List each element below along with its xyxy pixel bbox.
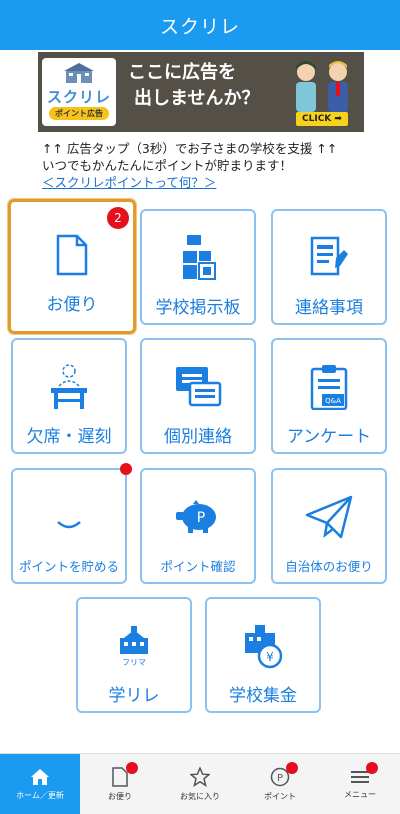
bottom-nav: ホーム／更新 お便り お気に入り P ポイント メニュー (0, 753, 400, 814)
notification-dot (126, 762, 138, 774)
svg-text:フリマ: フリマ (122, 658, 146, 667)
tile-notices[interactable]: 連絡事項 (271, 209, 387, 325)
svg-text:P: P (277, 773, 283, 784)
skurire-logo: スクリレ ポイント広告 (42, 58, 116, 126)
app-title: スクリレ (159, 15, 240, 38)
tile-label: ポイントを貯める (18, 559, 119, 574)
svg-text:¥: ¥ (266, 650, 274, 664)
logo-text: スクリレ (46, 88, 111, 106)
tile-label: アンケート (286, 427, 372, 447)
document-icon (56, 234, 88, 276)
tile-point-check[interactable]: P ポイント確認 (140, 468, 256, 584)
piggy-bank-icon: P (176, 500, 216, 533)
desk-absence-icon (51, 364, 87, 409)
bulletin-board-icon (183, 235, 216, 280)
tile-label: ポイント確認 (160, 559, 236, 574)
tile-earn-points[interactable]: ポイントを貯める (11, 468, 127, 584)
info-text: ↑↑ 広告タップ（3秒）でお子さまの学校を支援 ↑↑ いつでもかんたんにポイント… (42, 140, 392, 191)
star-icon (190, 766, 210, 787)
nav-menu[interactable]: メニュー (320, 754, 400, 814)
point-info-link[interactable]: ＜スクリレポイントって何？＞ (42, 174, 392, 191)
paper-plane-icon (305, 495, 353, 539)
smile-icon (57, 521, 81, 529)
tile-label: 学校集金 (229, 686, 297, 706)
ad-banner[interactable]: スクリレ ポイント広告 ここに広告を 出しませんか？ CLICK ➡ (38, 52, 364, 132)
notification-dot (366, 762, 378, 774)
tile-survey[interactable]: Q&A アンケート (271, 338, 387, 454)
nav-label: ホーム／更新 (16, 790, 64, 800)
school-flea-market-icon: フリマ (120, 626, 148, 667)
nav-label: お気に入り (180, 791, 220, 801)
tile-gakurire[interactable]: フリマ 学リレ (76, 597, 192, 713)
tile-individual-contact[interactable]: 個別連絡 (140, 338, 256, 454)
people-illustration-icon (296, 61, 348, 112)
svg-text:P: P (197, 510, 205, 526)
home-icon (31, 768, 49, 785)
nav-otayori[interactable]: お便り (80, 754, 160, 814)
tile-school-payment[interactable]: ¥ 学校集金 (205, 597, 321, 713)
tile-bulletin-board[interactable]: 学校掲示板 (140, 209, 256, 325)
banner-line1: ここに広告を (128, 62, 236, 83)
svg-text:Q&A: Q&A (325, 397, 341, 405)
nav-label: ポイント (264, 791, 296, 801)
click-button[interactable]: CLICK ➡ (296, 112, 348, 126)
nav-favorites[interactable]: お気に入り (160, 754, 240, 814)
nav-label: メニュー (344, 789, 376, 799)
info-line1: ↑↑ 広告タップ（3秒）でお子さまの学校を支援 ↑↑ (42, 141, 338, 156)
survey-clipboard-icon: Q&A (310, 365, 348, 410)
tile-label: 欠席・遅刻 (26, 427, 112, 447)
tile-label: 連絡事項 (295, 298, 363, 318)
info-line2: いつでもかんたんにポイントが貯まります！ (42, 158, 293, 173)
banner-line2: 出しませんか？ (134, 88, 260, 109)
unread-badge: 2 (107, 207, 129, 229)
tile-label: 自治体のお便り (285, 559, 373, 574)
banner-copy: ここに広告を 出しませんか？ (128, 60, 259, 112)
nav-points[interactable]: P ポイント (240, 754, 320, 814)
nav-home[interactable]: ホーム／更新 (0, 754, 80, 814)
school-money-icon: ¥ (245, 625, 283, 669)
notification-dot (286, 762, 298, 774)
notice-icon (310, 236, 348, 276)
tile-label: 学校掲示板 (155, 298, 241, 318)
tile-label: 学リレ (108, 686, 160, 706)
tile-label: お便り (46, 295, 98, 315)
nav-label: お便り (108, 791, 132, 801)
chat-bubbles-icon (176, 367, 222, 407)
tile-label: 個別連絡 (164, 427, 232, 447)
school-building-icon (64, 63, 94, 83)
tile-absence[interactable]: 欠席・遅刻 (11, 338, 127, 454)
logo-subtext: ポイント広告 (49, 107, 109, 120)
tile-municipal-letters[interactable]: 自治体のお便り (271, 468, 387, 584)
app-header: スクリレ (0, 0, 400, 50)
notification-dot (120, 463, 132, 475)
